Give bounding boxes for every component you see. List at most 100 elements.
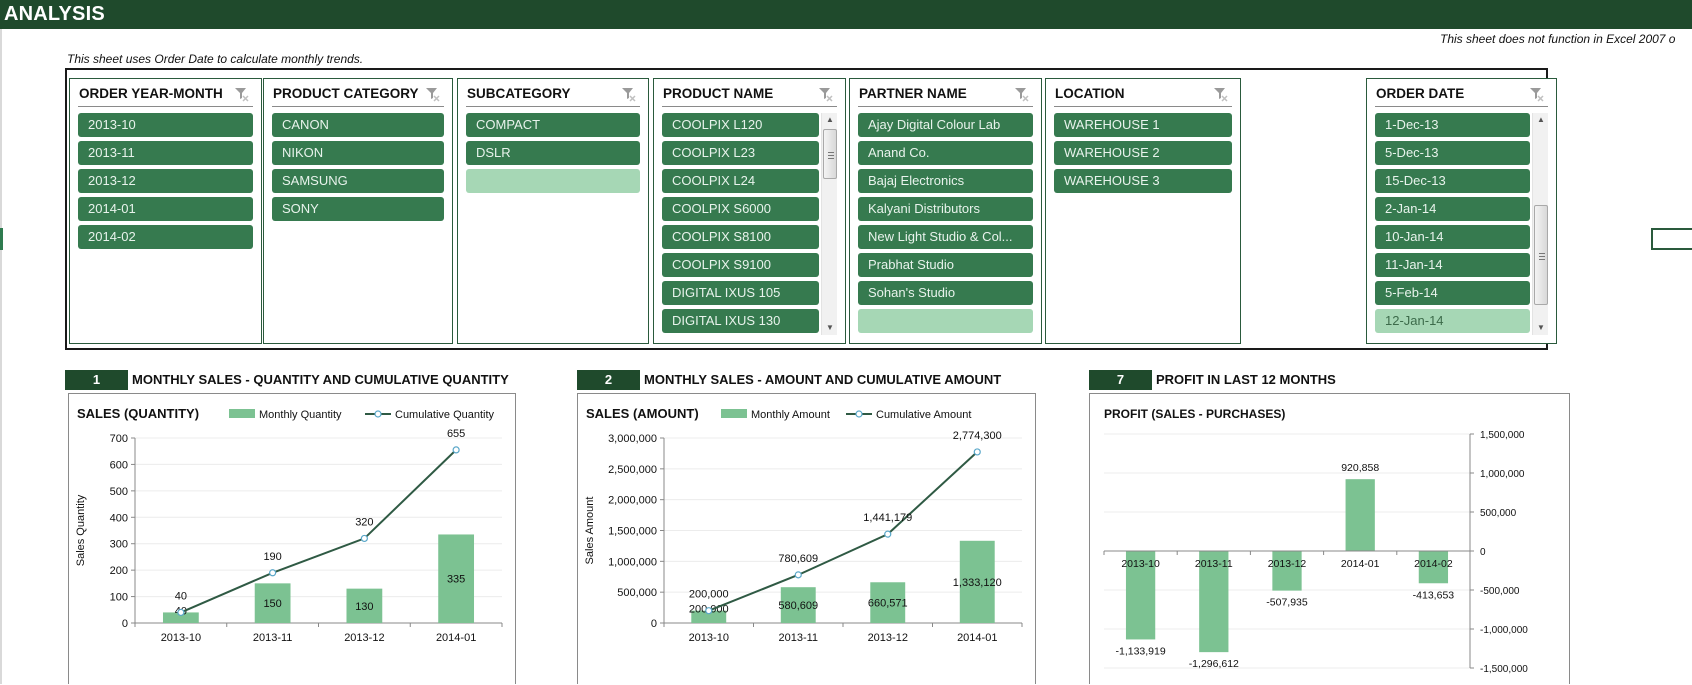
chart-svg: SALES (AMOUNT) Monthly Amount Cumulative A… <box>584 406 1023 644</box>
section-number: 2 <box>577 370 640 390</box>
clear-filter-icon[interactable] <box>424 84 442 102</box>
slicer-item[interactable]: WAREHOUSE 3 <box>1054 169 1232 193</box>
slicer-item[interactable]: 2014-02 <box>78 225 253 249</box>
slicer-item[interactable]: COOLPIX L23 <box>662 141 819 165</box>
line-data-label: 780,609 <box>778 553 818 565</box>
chart-svg: SALES (QUANTITY) Monthly Quantity Cumulati… <box>75 406 503 644</box>
slicer-item[interactable] <box>858 309 1033 333</box>
slicer-item[interactable]: NIKON <box>272 141 444 165</box>
line-marker <box>973 448 981 456</box>
line-data-label: 40 <box>175 590 187 602</box>
scroll-thumb[interactable] <box>1534 205 1548 305</box>
slicer-item[interactable]: 5-Feb-14 <box>1375 281 1530 305</box>
slicer-item[interactable]: 10-Jan-14 <box>1375 225 1530 249</box>
slicer-item[interactable]: COOLPIX L24 <box>662 169 819 193</box>
scroll-up-arrow-icon[interactable]: ▲ <box>1533 113 1549 127</box>
x-tick-label: 2013-10 <box>161 632 201 644</box>
x-tick-label: 2013-10 <box>689 632 729 644</box>
slicer-item[interactable]: 2-Jan-14 <box>1375 197 1530 221</box>
clear-filter-icon[interactable] <box>1212 84 1230 102</box>
slicer-scrollbar[interactable]: ▲ ▼ <box>821 113 837 335</box>
line-data-label: 320 <box>355 516 373 528</box>
slicer-item[interactable]: 5-Dec-13 <box>1375 141 1530 165</box>
cumulative-line <box>180 449 457 614</box>
order-date-note: This sheet uses Order Date to calculate … <box>67 52 364 66</box>
slicer-item[interactable]: DIGITAL IXUS 130 <box>662 309 819 333</box>
y-axis-title: Sales Quantity <box>75 494 87 566</box>
slicer-item[interactable]: CANON <box>272 113 444 137</box>
slicer-item[interactable]: SONY <box>272 197 444 221</box>
slicer-item[interactable]: COOLPIX S8100 <box>662 225 819 249</box>
scroll-down-arrow-icon[interactable]: ▼ <box>1533 321 1549 335</box>
bar-data-label: 1,333,120 <box>953 577 1002 589</box>
y-tick-label: 500,000 <box>1480 508 1517 519</box>
sales-amount-chart[interactable]: SALES (AMOUNT) Monthly Amount Cumulative A… <box>577 393 1036 684</box>
bar-data-label: -1,133,919 <box>1115 645 1165 657</box>
slicer-item[interactable]: WAREHOUSE 1 <box>1054 113 1232 137</box>
slicer-item[interactable]: 1-Dec-13 <box>1375 113 1530 137</box>
scroll-grip <box>828 155 834 156</box>
clear-filter-icon[interactable] <box>817 84 835 102</box>
section-number: 1 <box>65 370 128 390</box>
slicer-items: WAREHOUSE 1 WAREHOUSE 2 WAREHOUSE 3 <box>1054 113 1232 193</box>
legend-swatch-bar <box>721 409 747 418</box>
section-title: PROFIT IN LAST 12 MONTHS <box>1156 372 1336 387</box>
slicer-item[interactable]: 11-Jan-14 <box>1375 253 1530 277</box>
slicer-item[interactable]: COMPACT <box>466 113 640 137</box>
scroll-down-arrow-icon[interactable]: ▼ <box>822 321 838 335</box>
y-tick-label: 500,000 <box>617 587 657 599</box>
clear-filter-icon[interactable] <box>1528 84 1546 102</box>
slicer-item[interactable]: New Light Studio & Col... <box>858 225 1033 249</box>
slicer-header: LOCATION <box>1054 79 1232 107</box>
scroll-up-arrow-icon[interactable]: ▲ <box>822 113 838 127</box>
legend-swatch-bar <box>229 409 255 418</box>
section-title: MONTHLY SALES - QUANTITY AND CUMULATIVE … <box>132 372 509 387</box>
slicer-item[interactable]: Ajay Digital Colour Lab <box>858 113 1033 137</box>
slicer-item[interactable]: COOLPIX S6000 <box>662 197 819 221</box>
active-cell[interactable] <box>1651 228 1692 250</box>
slicer-item[interactable]: Bajaj Electronics <box>858 169 1033 193</box>
line-marker <box>452 446 460 454</box>
slicer-item[interactable]: WAREHOUSE 2 <box>1054 141 1232 165</box>
scroll-grip <box>1539 259 1545 260</box>
chart-svg: PROFIT (SALES - PURCHASES) -1,500,000 -1,0… <box>1103 407 1528 675</box>
slicer-item[interactable]: Anand Co. <box>858 141 1033 165</box>
slicer-product-category: PRODUCT CATEGORY CANON NIKON SAMSUNG SONY <box>263 78 453 344</box>
legend-label: Monthly Amount <box>751 409 830 421</box>
scroll-thumb[interactable] <box>823 129 837 179</box>
profit-chart[interactable]: PROFIT (SALES - PURCHASES) -1,500,000 -1,0… <box>1089 393 1570 684</box>
slicer-item[interactable]: 15-Dec-13 <box>1375 169 1530 193</box>
line-data-label: 2,774,300 <box>953 430 1002 442</box>
slicer-item[interactable]: DSLR <box>466 141 640 165</box>
clear-filter-icon[interactable] <box>1013 84 1031 102</box>
slicer-item[interactable]: COOLPIX L120 <box>662 113 819 137</box>
clear-filter-icon[interactable] <box>233 84 251 102</box>
clear-filter-icon[interactable] <box>620 84 638 102</box>
slicer-item[interactable]: Kalyani Distributors <box>858 197 1033 221</box>
x-tick-label: 2013-12 <box>868 632 908 644</box>
slicer-item[interactable]: 2013-11 <box>78 141 253 165</box>
y-tick-label: 0 <box>1480 547 1486 558</box>
bar-data-label: 580,609 <box>778 600 818 612</box>
slicer-items: CANON NIKON SAMSUNG SONY <box>272 113 444 221</box>
slicer-items: Ajay Digital Colour Lab Anand Co. Bajaj El… <box>858 113 1033 333</box>
slicer-item[interactable]: 2013-10 <box>78 113 253 137</box>
y-tick-label: -1,000,000 <box>1480 625 1528 636</box>
slicer-item[interactable]: 12-Jan-14 <box>1375 309 1530 333</box>
legend-marker <box>855 410 863 418</box>
slicer-scrollbar[interactable]: ▲ ▼ <box>1532 113 1548 335</box>
slicer-item[interactable]: SAMSUNG <box>272 169 444 193</box>
bar-data-label: 130 <box>355 601 373 613</box>
slicer-item[interactable] <box>466 169 640 193</box>
slicer-item[interactable]: Prabhat Studio <box>858 253 1033 277</box>
slicer-header: PRODUCT NAME <box>662 79 837 107</box>
slicer-item[interactable]: 2014-01 <box>78 197 253 221</box>
slicer-item[interactable]: COOLPIX S9100 <box>662 253 819 277</box>
slicer-item[interactable]: 2013-12 <box>78 169 253 193</box>
sales-quantity-chart[interactable]: SALES (QUANTITY) Monthly Quantity Cumulati… <box>68 393 516 684</box>
slicer-title: ORDER DATE <box>1376 86 1465 101</box>
slicer-item[interactable]: Sohan's Studio <box>858 281 1033 305</box>
x-tick-label: 2014-02 <box>1414 558 1453 570</box>
slicer-item[interactable]: DIGITAL IXUS 105 <box>662 281 819 305</box>
bar-data-label: 150 <box>263 598 281 610</box>
